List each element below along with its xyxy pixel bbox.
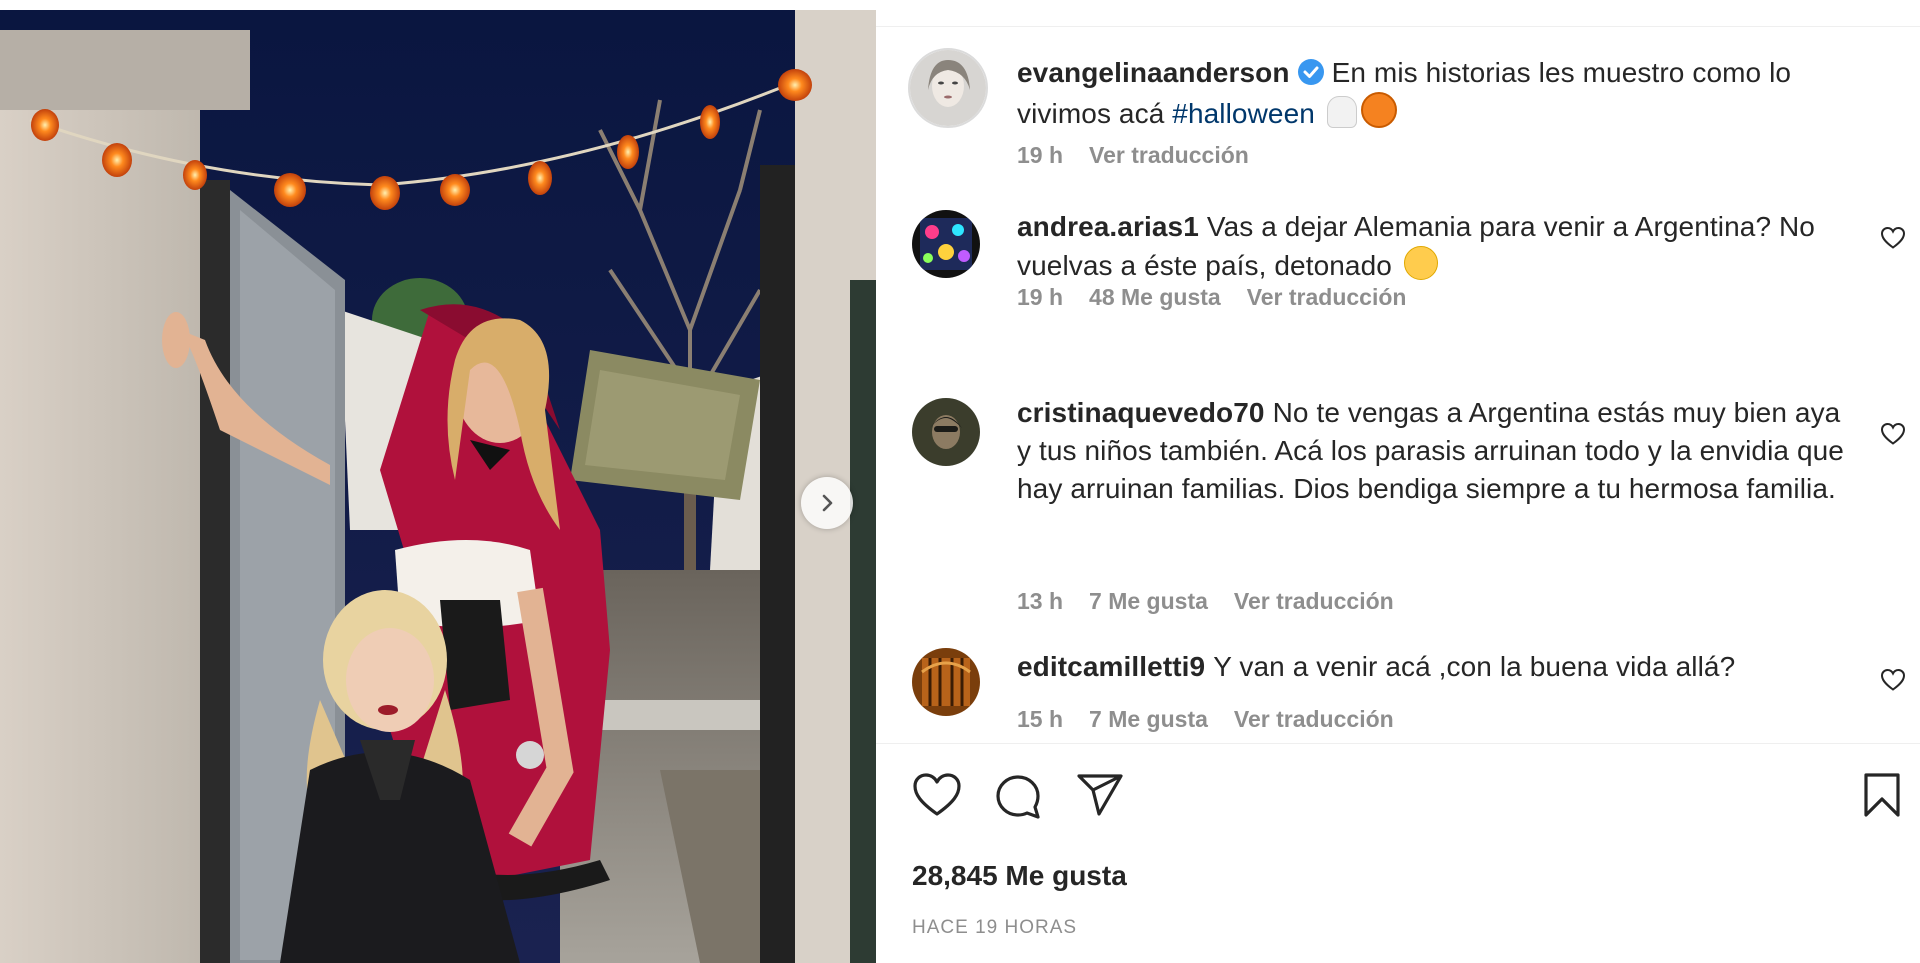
post-action-bar xyxy=(876,772,1920,832)
avatar-image xyxy=(910,50,986,126)
avatar-image xyxy=(912,210,980,278)
comment-body: Y van a venir acá ,con la buena vida all… xyxy=(1213,651,1736,682)
post-timestamp: HACE 19 HORAS xyxy=(912,917,1078,938)
author-avatar[interactable] xyxy=(908,48,988,128)
divider xyxy=(876,26,1920,27)
comment-text: cristinaquevedo70 No te vengas a Argentin… xyxy=(1017,394,1857,508)
commenter-username[interactable]: cristinaquevedo70 xyxy=(1017,397,1265,428)
comments-section[interactable]: evangelinaanderson En mis historias les m… xyxy=(876,30,1920,743)
caption-time: 19 h xyxy=(1017,142,1064,168)
like-comment-heart-icon[interactable] xyxy=(1880,226,1906,250)
comment-icon[interactable] xyxy=(994,772,1042,820)
comment-meta: 15 h 7 Me gusta Ver traducción xyxy=(1017,706,1420,733)
comment-translate-link[interactable]: Ver traducción xyxy=(1247,284,1407,310)
commenter-avatar[interactable] xyxy=(912,648,980,716)
comment-time: 19 h xyxy=(1017,284,1064,310)
hashtag-link[interactable]: #halloween xyxy=(1172,98,1315,129)
caption-meta: 19 h Ver traducción xyxy=(1017,142,1275,169)
bookmark-icon[interactable] xyxy=(1862,772,1902,818)
comment-time: 15 h xyxy=(1017,706,1064,732)
post-details-panel: evangelinaanderson En mis historias les m… xyxy=(876,0,1920,963)
commenter-username[interactable]: andrea.arias1 xyxy=(1017,211,1199,242)
likes-count[interactable]: 28,845 Me gusta xyxy=(912,860,1127,892)
next-photo-button[interactable] xyxy=(801,477,853,529)
comment-likes[interactable]: 48 Me gusta xyxy=(1089,284,1221,310)
comment-meta: 13 h 7 Me gusta Ver traducción xyxy=(1017,588,1420,615)
comment-text: andrea.arias1 Vas a dejar Alemania para v… xyxy=(1017,208,1857,285)
comment-meta: 19 h 48 Me gusta Ver traducción xyxy=(1017,284,1432,311)
heart-icon[interactable] xyxy=(912,772,962,818)
avatar-image xyxy=(912,648,980,716)
avatar-image xyxy=(912,398,980,466)
pumpkin-emoji-icon xyxy=(1360,92,1397,128)
halloween-photo-illustration xyxy=(0,10,876,963)
comment-translate-link[interactable]: Ver traducción xyxy=(1234,706,1394,732)
paper-plane-icon[interactable] xyxy=(1076,772,1124,818)
comment-likes[interactable]: 7 Me gusta xyxy=(1089,588,1208,614)
comment-likes[interactable]: 7 Me gusta xyxy=(1089,706,1208,732)
caption-text: evangelinaanderson En mis historias les m… xyxy=(1017,54,1857,133)
comment-translate-link[interactable]: Ver traducción xyxy=(1234,588,1394,614)
caption-translate-link[interactable]: Ver traducción xyxy=(1089,142,1249,168)
post-photo[interactable] xyxy=(0,10,876,963)
verified-badge-icon xyxy=(1297,59,1324,85)
commenter-avatar[interactable] xyxy=(912,398,980,466)
ghost-emoji-icon xyxy=(1326,96,1357,128)
comment-time: 13 h xyxy=(1017,588,1064,614)
pensive-emoji-icon xyxy=(1403,246,1438,280)
commenter-username[interactable]: editcamilletti9 xyxy=(1017,651,1205,682)
comment-text: editcamilletti9 Y van a venir acá ,con la… xyxy=(1017,648,1857,686)
divider xyxy=(876,743,1920,744)
commenter-avatar[interactable] xyxy=(912,210,980,278)
chevron-right-icon xyxy=(822,494,833,512)
author-username[interactable]: evangelinaanderson xyxy=(1017,57,1290,88)
like-comment-heart-icon[interactable] xyxy=(1880,422,1906,446)
like-comment-heart-icon[interactable] xyxy=(1880,668,1906,692)
